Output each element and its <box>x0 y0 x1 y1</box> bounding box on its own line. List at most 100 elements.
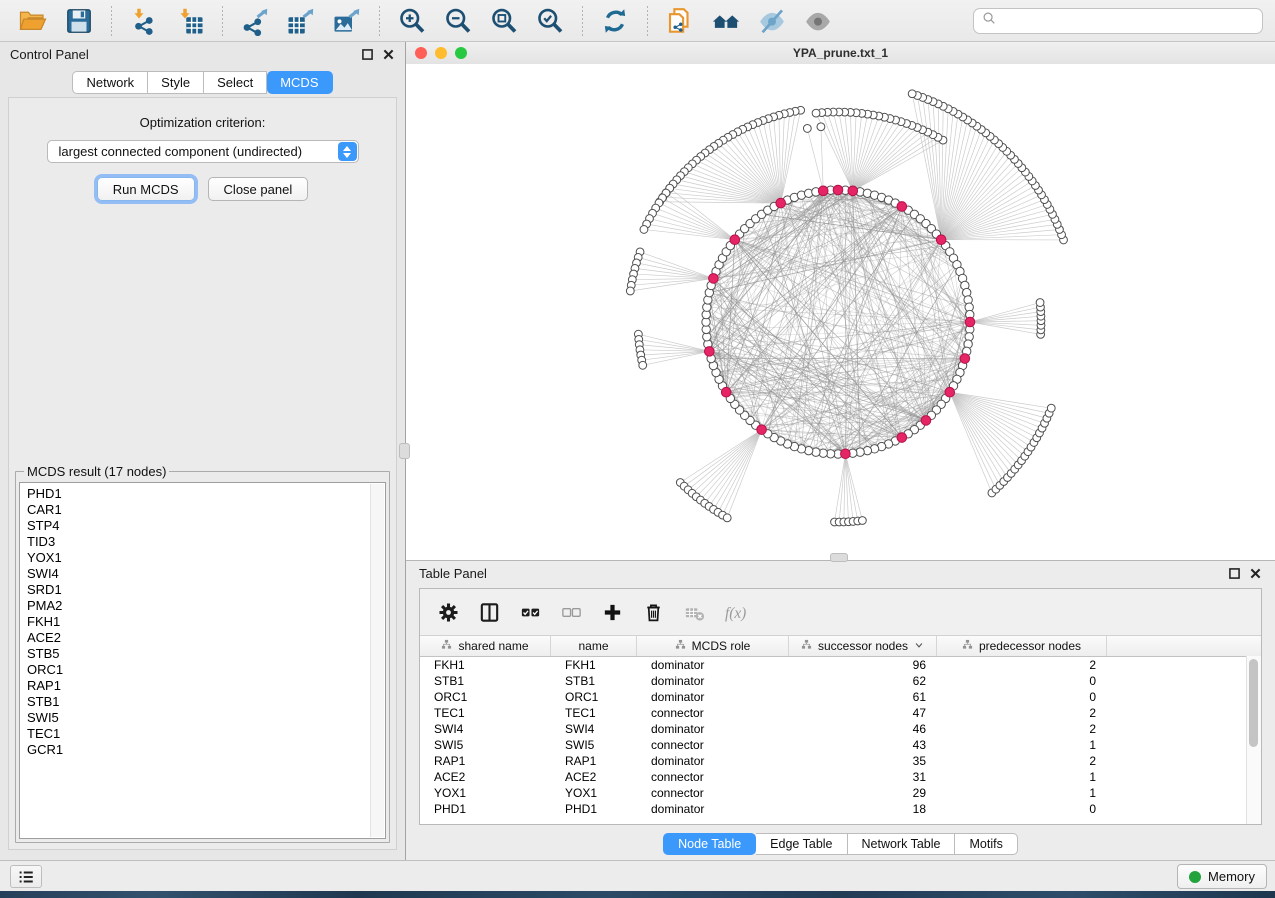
zoom-selected-icon[interactable] <box>531 4 569 38</box>
mcds-result-item[interactable]: ORC1 <box>27 662 385 678</box>
float-panel-icon[interactable] <box>361 48 374 61</box>
mcds-result-item[interactable]: TEC1 <box>27 726 385 742</box>
column-header-name[interactable]: name <box>551 636 637 656</box>
hide-selected-icon[interactable] <box>753 4 791 38</box>
mcds-list-scrollbar[interactable] <box>370 484 384 837</box>
tab-network-table[interactable]: Network Table <box>848 833 956 855</box>
export-network-icon[interactable] <box>236 4 274 38</box>
table-cell: dominator <box>637 658 789 672</box>
tab-node-table[interactable]: Node Table <box>663 833 756 855</box>
table-row[interactable]: SWI4SWI4dominator462 <box>420 721 1261 737</box>
network-canvas[interactable] <box>406 64 1275 560</box>
mcds-result-item[interactable]: FKH1 <box>27 614 385 630</box>
gear-icon[interactable] <box>429 598 468 627</box>
table-panel-titlebar: Table Panel <box>406 561 1275 585</box>
task-history-icon[interactable] <box>10 865 42 888</box>
table-row[interactable]: RAP1RAP1dominator352 <box>420 753 1261 769</box>
zoom-out-icon[interactable] <box>439 4 477 38</box>
close-panel-button[interactable]: Close panel <box>208 177 309 201</box>
table-cell: 1 <box>937 738 1107 752</box>
table-scrollbar[interactable] <box>1246 656 1261 824</box>
table-cell: TEC1 <box>420 706 551 720</box>
tab-network[interactable]: Network <box>72 71 148 94</box>
network-graph[interactable] <box>406 64 1275 560</box>
run-mcds-button[interactable]: Run MCDS <box>97 177 195 201</box>
export-table-icon[interactable] <box>282 4 320 38</box>
float-table-panel-icon[interactable] <box>1228 567 1241 580</box>
show-all-icon[interactable] <box>799 4 837 38</box>
svg-text:f(x): f(x) <box>725 604 746 621</box>
import-network-icon[interactable] <box>125 4 163 38</box>
tab-style[interactable]: Style <box>148 71 204 94</box>
open-file-icon[interactable] <box>14 4 52 38</box>
column-header-predecessor-nodes[interactable]: predecessor nodes <box>937 636 1107 656</box>
table-cell: TEC1 <box>551 706 637 720</box>
delete-row-icon[interactable] <box>634 598 673 627</box>
search-input[interactable] <box>998 13 1255 30</box>
memory-button[interactable]: Memory <box>1177 864 1267 889</box>
column-header-successor-nodes[interactable]: successor nodes <box>789 636 937 656</box>
zoom-in-icon[interactable] <box>393 4 431 38</box>
table-cell: SWI5 <box>551 738 637 752</box>
mcds-result-item[interactable]: STP4 <box>27 518 385 534</box>
select-all-icon[interactable] <box>511 598 550 627</box>
criterion-dropdown[interactable]: largest connected component (undirected) <box>47 140 359 163</box>
tab-motifs[interactable]: Motifs <box>955 833 1017 855</box>
mcds-result-item[interactable]: PMA2 <box>27 598 385 614</box>
minimize-window-icon[interactable] <box>435 47 447 59</box>
close-panel-icon[interactable] <box>382 48 395 61</box>
mcds-result-item[interactable]: STB5 <box>27 646 385 662</box>
refresh-icon[interactable] <box>596 4 634 38</box>
table-cell: dominator <box>637 722 789 736</box>
mcds-result-item[interactable]: SWI4 <box>27 566 385 582</box>
table-cell: dominator <box>637 802 789 816</box>
mcds-result-item[interactable]: YOX1 <box>27 550 385 566</box>
mcds-result-item[interactable]: GCR1 <box>27 742 385 758</box>
mcds-result-item[interactable]: SWI5 <box>27 710 385 726</box>
table-row[interactable]: TEC1TEC1connector472 <box>420 705 1261 721</box>
mcds-result-list[interactable]: PHD1CAR1STP4TID3YOX1SWI4SRD1PMA2FKH1ACE2… <box>19 482 386 839</box>
table-cell: PHD1 <box>420 802 551 816</box>
mcds-result-item[interactable]: TID3 <box>27 534 385 550</box>
network-window-titlebar[interactable]: YPA_prune.txt_1 <box>406 42 1275 65</box>
table-row[interactable]: ORC1ORC1dominator610 <box>420 689 1261 705</box>
column-header-mcds-role[interactable]: MCDS role <box>637 636 789 656</box>
table-scrollbar-thumb[interactable] <box>1249 659 1258 747</box>
table-cell: ORC1 <box>551 690 637 704</box>
table-row[interactable]: STB1STB1dominator620 <box>420 673 1261 689</box>
tab-select[interactable]: Select <box>204 71 267 94</box>
first-neighbors-icon[interactable] <box>707 4 745 38</box>
save-session-icon[interactable] <box>60 4 98 38</box>
table-cell: 43 <box>789 738 937 752</box>
column-header-shared-name[interactable]: shared name <box>420 636 551 656</box>
close-window-icon[interactable] <box>415 47 427 59</box>
add-row-icon[interactable] <box>593 598 632 627</box>
mcds-result-item[interactable]: RAP1 <box>27 678 385 694</box>
table-cell: 2 <box>937 722 1107 736</box>
columns-icon[interactable] <box>470 598 509 627</box>
table-row[interactable]: ACE2ACE2connector311 <box>420 769 1261 785</box>
deselect-all-icon[interactable] <box>552 598 591 627</box>
import-table-icon[interactable] <box>171 4 209 38</box>
table-row[interactable]: SWI5SWI5connector431 <box>420 737 1261 753</box>
vertical-splitter-handle[interactable] <box>399 443 410 459</box>
mcds-result-item[interactable]: STB1 <box>27 694 385 710</box>
mcds-result-item[interactable]: SRD1 <box>27 582 385 598</box>
zoom-fit-icon[interactable] <box>485 4 523 38</box>
mcds-result-item[interactable]: ACE2 <box>27 630 385 646</box>
export-image-icon[interactable] <box>328 4 366 38</box>
maximize-window-icon[interactable] <box>455 47 467 59</box>
close-table-panel-icon[interactable] <box>1249 567 1262 580</box>
tab-edge-table[interactable]: Edge Table <box>756 833 847 855</box>
horizontal-splitter-handle[interactable] <box>830 553 848 562</box>
search-box[interactable] <box>973 8 1263 34</box>
duplicate-network-icon[interactable] <box>661 4 699 38</box>
mcds-result-item[interactable]: PHD1 <box>27 486 385 502</box>
table-toolbar: f(x) <box>420 589 1261 636</box>
table-row[interactable]: PHD1PHD1dominator180 <box>420 801 1261 817</box>
tab-mcds[interactable]: MCDS <box>267 71 332 94</box>
mcds-result-item[interactable]: CAR1 <box>27 502 385 518</box>
table-row[interactable]: FKH1FKH1dominator962 <box>420 657 1261 673</box>
table-row[interactable]: YOX1YOX1connector291 <box>420 785 1261 801</box>
attribute-tree-icon <box>441 639 452 653</box>
